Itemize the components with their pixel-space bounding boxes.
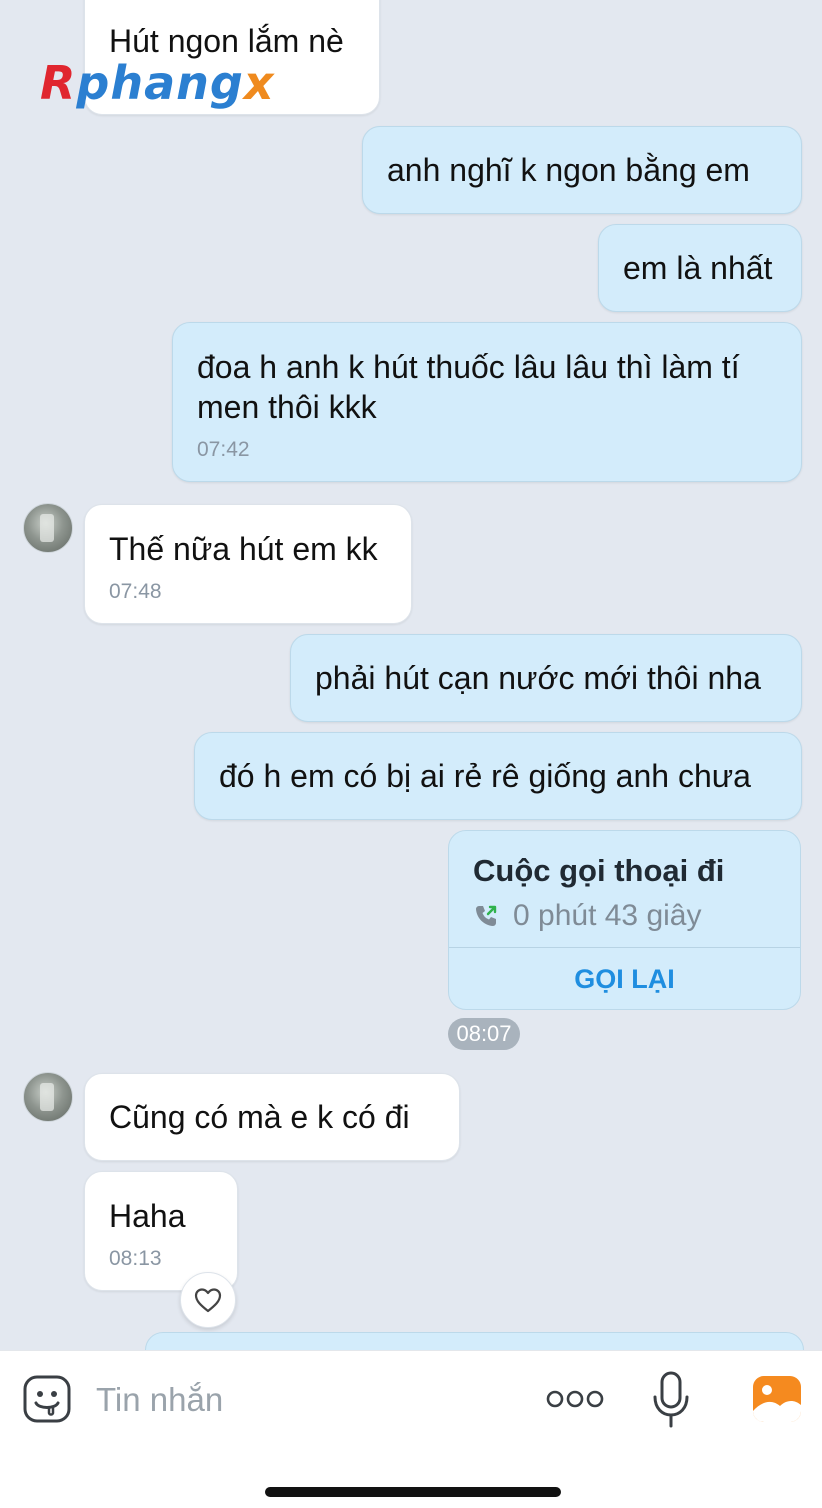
message-time: 07:48 — [109, 580, 162, 603]
composer-bar — [0, 1350, 822, 1508]
call-title: Cuộc gọi thoại đi — [473, 853, 725, 888]
message-time: 07:42 — [197, 438, 250, 461]
message-text: phải hút cạn nước mới thôi nha — [315, 660, 761, 696]
microphone-icon[interactable] — [652, 1371, 690, 1429]
react-heart-button[interactable] — [180, 1272, 236, 1328]
message-text: Haha — [109, 1198, 186, 1234]
message-bubble-outgoing[interactable]: anh nghĩ k ngon bằng em — [362, 126, 802, 214]
message-bubble-incoming[interactable]: Thế nữa hút em kk 07:48 — [84, 504, 412, 624]
image-icon[interactable] — [752, 1375, 802, 1423]
message-bubble-outgoing[interactable]: đoa h anh k hút thuốc lâu lâu thì làm tí… — [172, 322, 802, 482]
message-bubble-outgoing[interactable]: đó h em có bị ai rẻ rê giống anh chưa — [194, 732, 802, 820]
call-back-button[interactable]: GỌI LẠI — [449, 948, 800, 1010]
message-text: Cũng có mà e k có đi — [109, 1099, 410, 1135]
call-log-card[interactable]: Cuộc gọi thoại đi 0 phút 43 giây GỌI LẠI — [448, 830, 801, 1010]
message-input[interactable] — [94, 1371, 518, 1429]
emoji-icon[interactable] — [22, 1374, 72, 1424]
outgoing-call-icon — [476, 905, 497, 926]
message-text: anh nghĩ k ngon bằng em — [387, 152, 750, 188]
message-bubble-outgoing[interactable]: em là nhất — [598, 224, 802, 312]
message-text: đó h em có bị ai rẻ rê giống anh chưa — [219, 758, 751, 794]
more-icon[interactable] — [546, 1386, 604, 1412]
message-text: em là nhất — [623, 250, 773, 286]
call-duration-row: 0 phút 43 giây — [473, 899, 701, 933]
home-indicator — [265, 1487, 561, 1497]
watermark-logo: Rphangx — [40, 56, 275, 110]
message-text: Thế nữa hút em kk — [109, 531, 378, 567]
message-text: Hút ngon lắm nè — [109, 23, 344, 59]
message-bubble-outgoing[interactable] — [145, 1332, 804, 1350]
call-duration: 0 phút 43 giây — [513, 899, 702, 932]
message-bubble-outgoing[interactable]: phải hút cạn nước mới thôi nha — [290, 634, 802, 722]
message-text: đoa h anh k hút thuốc lâu lâu thì làm tí… — [197, 349, 740, 425]
timestamp-badge: 08:07 — [448, 1018, 520, 1050]
heart-icon — [194, 1288, 222, 1313]
avatar[interactable] — [23, 503, 73, 553]
message-bubble-incoming[interactable]: Cũng có mà e k có đi — [84, 1073, 460, 1161]
avatar[interactable] — [23, 1072, 73, 1122]
message-time: 08:13 — [109, 1247, 162, 1270]
chat-area[interactable]: Hút ngon lắm nè Rphangx anh nghĩ k ngon … — [0, 0, 822, 1350]
